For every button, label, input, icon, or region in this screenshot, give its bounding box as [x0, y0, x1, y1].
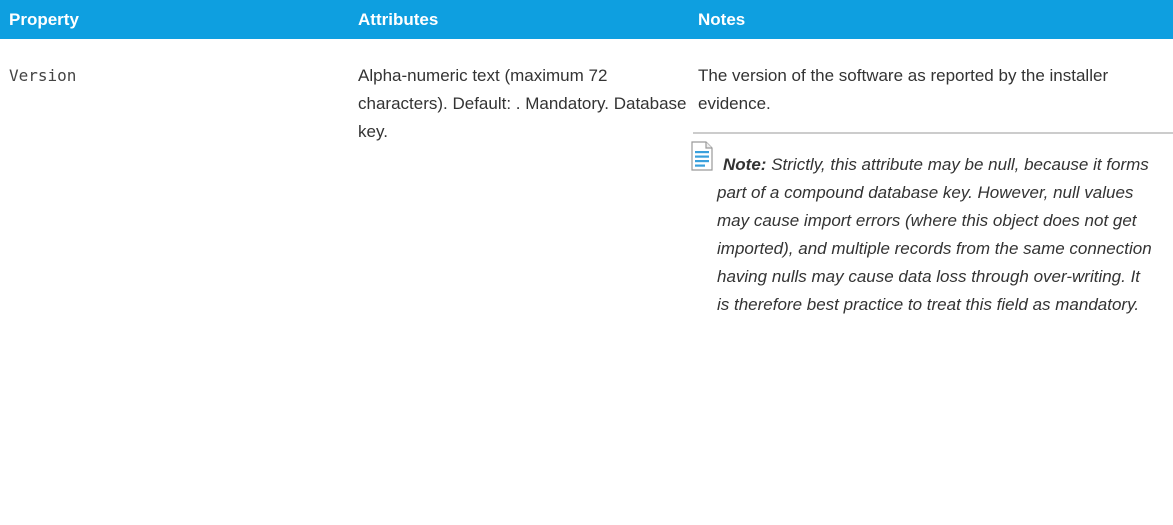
note-block: Note: Strictly, this attribute may be nu… — [691, 141, 1157, 319]
attributes-cell: Alpha-numeric text (maximum 72 character… — [358, 66, 687, 141]
property-cell: Version — [9, 66, 77, 85]
note-label: Note: — [723, 155, 767, 174]
header-notes: Notes — [698, 9, 746, 29]
table-header-row: Property Attributes Notes — [0, 0, 1173, 39]
header-attributes: Attributes — [358, 9, 439, 29]
notes-cell: The version of the software as reported … — [689, 39, 1173, 319]
table-row: Version Alpha-numeric text (maximum 72 c… — [0, 39, 1173, 319]
header-property: Property — [9, 9, 79, 29]
properties-table: Property Attributes Notes Version Alpha-… — [0, 0, 1173, 319]
note-document-icon — [691, 141, 713, 171]
note-divider — [693, 132, 1173, 134]
note-body: Strictly, this attribute may be null, be… — [717, 155, 1152, 314]
notes-text: The version of the software as reported … — [698, 66, 1109, 113]
